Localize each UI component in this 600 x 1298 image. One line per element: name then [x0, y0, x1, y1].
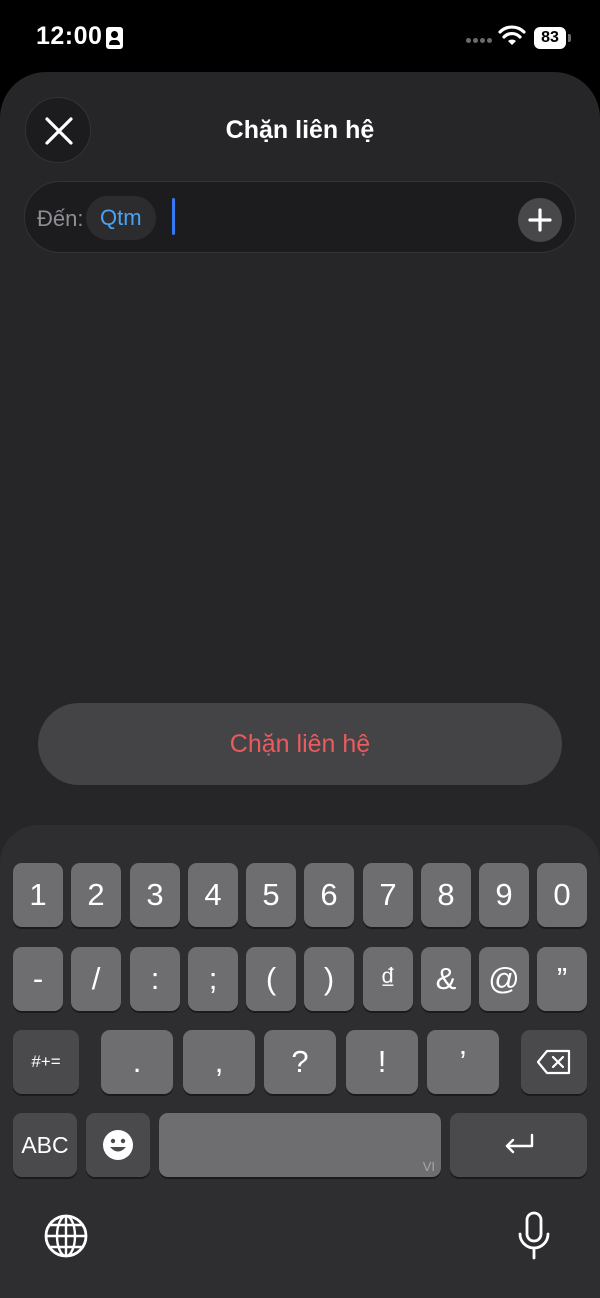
space-key[interactable]: VI	[159, 1113, 441, 1177]
text-cursor	[172, 198, 175, 235]
key-hyphen[interactable]: -	[13, 947, 63, 1011]
cellular-signal-icon	[466, 38, 494, 44]
key-question[interactable]: ?	[264, 1030, 336, 1094]
key-5[interactable]: 5	[246, 863, 296, 927]
space-language-tag: VI	[422, 1159, 435, 1174]
globe-icon[interactable]	[42, 1212, 90, 1260]
key-ampersand[interactable]: &	[421, 947, 471, 1011]
key-2[interactable]: 2	[71, 863, 121, 927]
key-dong-sign[interactable]: ₫	[363, 947, 413, 1011]
key-4[interactable]: 4	[188, 863, 238, 927]
key-6[interactable]: 6	[304, 863, 354, 927]
key-semicolon[interactable]: ;	[188, 947, 238, 1011]
battery-icon: 83	[534, 27, 572, 49]
key-slash[interactable]: /	[71, 947, 121, 1011]
key-8[interactable]: 8	[421, 863, 471, 927]
symbols-toggle-key[interactable]: #+=	[13, 1030, 79, 1094]
return-icon	[505, 1133, 534, 1154]
key-3[interactable]: 3	[130, 863, 180, 927]
sheet-title: Chặn liên hệ	[225, 116, 375, 144]
to-label: Đến:	[37, 206, 84, 231]
recipient-chip[interactable]: Qtm	[86, 196, 156, 240]
key-exclamation[interactable]: !	[346, 1030, 418, 1094]
emoji-icon	[103, 1130, 133, 1160]
key-9[interactable]: 9	[479, 863, 529, 927]
key-7[interactable]: 7	[363, 863, 413, 927]
backspace-icon	[536, 1049, 571, 1075]
key-period[interactable]: .	[101, 1030, 173, 1094]
keyboard: 1 2 3 4 5 6 7 8 9 0 - / : ; ( ) ₫ & @ ” …	[0, 825, 600, 1298]
contact-card-icon	[106, 27, 123, 49]
key-0[interactable]: 0	[537, 863, 587, 927]
abc-key[interactable]: ABC	[13, 1113, 77, 1177]
key-at[interactable]: @	[479, 947, 529, 1011]
key-quote[interactable]: ”	[537, 947, 587, 1011]
microphone-icon[interactable]	[512, 1210, 556, 1262]
status-time: 12:00	[36, 22, 103, 50]
block-contact-button[interactable]: Chặn liên hệ	[38, 703, 562, 785]
recipient-field[interactable]: Đến: Qtm	[24, 181, 576, 253]
key-apostrophe[interactable]: ’	[427, 1030, 499, 1094]
key-close-paren[interactable]: )	[304, 947, 354, 1011]
return-key[interactable]	[450, 1113, 587, 1177]
key-open-paren[interactable]: (	[246, 947, 296, 1011]
status-bar: 12:00 83	[0, 0, 600, 72]
key-colon[interactable]: :	[130, 947, 180, 1011]
backspace-key[interactable]	[521, 1030, 587, 1094]
key-comma[interactable]: ,	[183, 1030, 255, 1094]
battery-level: 83	[534, 27, 566, 49]
plus-icon	[528, 208, 552, 232]
wifi-icon	[498, 25, 526, 45]
emoji-key[interactable]	[86, 1113, 150, 1177]
add-contact-button[interactable]	[518, 198, 562, 242]
key-1[interactable]: 1	[13, 863, 63, 927]
